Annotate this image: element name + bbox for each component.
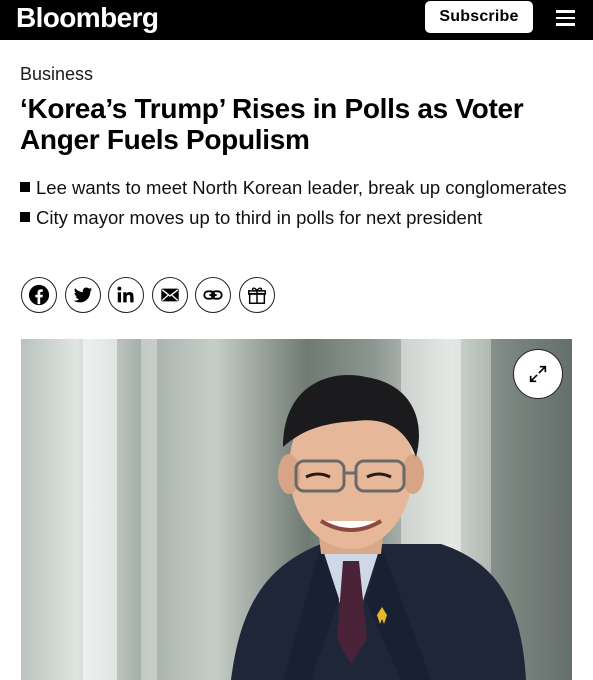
share-facebook-button[interactable] [21,277,57,313]
link-icon [203,290,223,300]
share-email-button[interactable] [151,277,188,313]
section-label[interactable]: Business [20,64,93,85]
expand-image-button[interactable] [513,349,563,399]
summary-bullet: Lee wants to meet North Korean leader, b… [20,176,580,200]
copy-link-button[interactable] [195,277,231,313]
facebook-icon [28,284,50,306]
subscribe-button[interactable]: Subscribe [425,1,533,33]
summary-bullets: Lee wants to meet North Korean leader, b… [20,176,580,236]
gift-icon [247,287,266,304]
summary-bullet: City mayor moves up to third in polls fo… [20,206,580,230]
summary-bullet-text: City mayor moves up to third in polls fo… [36,207,483,228]
expand-icon [529,365,547,383]
hero-photo[interactable] [21,339,572,680]
bloomberg-logo[interactable]: Bloomberg [16,1,159,35]
twitter-icon [73,287,92,303]
bullet-square-icon [20,182,30,192]
top-bar: Bloomberg Subscribe [0,0,593,40]
person-portrait [231,375,526,680]
hamburger-menu-icon[interactable] [556,9,576,27]
article-headline: ‘Korea’s Trump’ Rises in Polls as Voter … [20,93,524,155]
linkedin-icon [117,286,134,303]
share-twitter-button[interactable] [64,277,101,313]
share-bar [21,277,282,313]
share-linkedin-button[interactable] [108,277,144,313]
summary-bullet-text: Lee wants to meet North Korean leader, b… [36,177,567,198]
bullet-square-icon [20,212,30,222]
email-icon [160,288,179,302]
gift-article-button[interactable] [238,277,275,313]
